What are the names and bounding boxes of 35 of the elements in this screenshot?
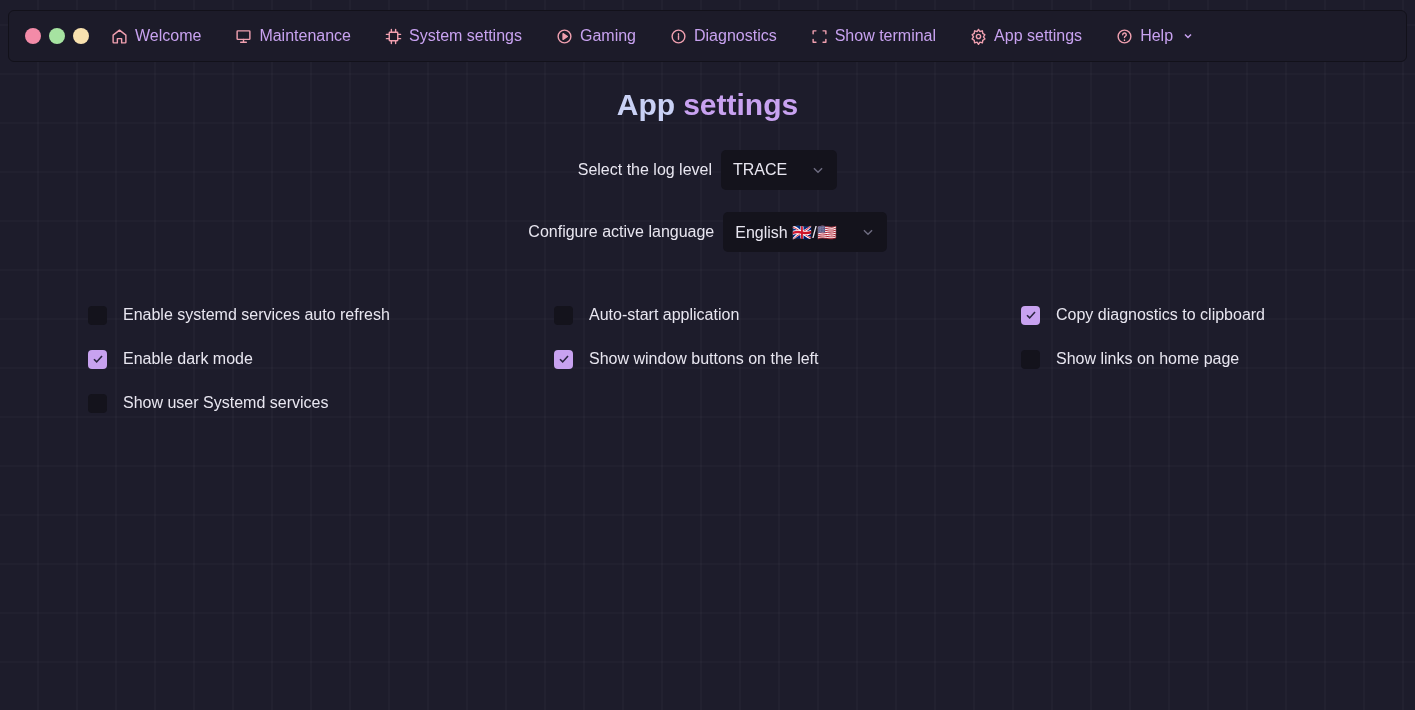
- chip-icon: [385, 27, 402, 45]
- nav-link[interactable]: Gaming: [555, 27, 636, 45]
- help-icon: [1116, 27, 1134, 45]
- field-label: Configure active language: [528, 223, 715, 241]
- dropdown-select[interactable]: English 🇬🇧/🇺🇸: [723, 212, 887, 252]
- dropdown-select[interactable]: TRACE: [721, 150, 838, 190]
- nav-link[interactable]: Maintenance: [235, 27, 351, 45]
- nav-link[interactable]: Welcome: [111, 27, 202, 45]
- nav-link[interactable]: Show terminal: [810, 27, 937, 45]
- monitor-icon: [235, 27, 253, 45]
- minimize-button[interactable]: [73, 28, 89, 44]
- checkbox[interactable]: [88, 349, 107, 369]
- checkbox-label: Copy diagnostics to clipboard: [1056, 306, 1265, 324]
- nav-link[interactable]: Diagnostics: [670, 27, 777, 45]
- checkbox-label: Enable systemd services auto refresh: [123, 306, 390, 324]
- info-icon: [670, 27, 687, 45]
- field-label: Select the log level: [577, 161, 713, 179]
- nav-link[interactable]: Help: [1116, 27, 1195, 45]
- page-title: settings: [683, 88, 799, 122]
- nav-link[interactable]: System settings: [385, 27, 522, 45]
- maximize-button[interactable]: [49, 28, 65, 44]
- frame-icon: [810, 27, 828, 45]
- play-icon: [555, 27, 573, 45]
- home-icon: [111, 27, 128, 45]
- checkbox-label: Show user Systemd services: [123, 394, 329, 412]
- page-title: App: [616, 88, 676, 122]
- nav-link[interactable]: App settings: [970, 27, 1083, 45]
- close-button[interactable]: [25, 28, 41, 44]
- checkbox[interactable]: [554, 349, 573, 369]
- checkbox-label: Enable dark mode: [123, 350, 253, 368]
- checkbox-label: Show window buttons on the left: [589, 350, 819, 368]
- checkbox[interactable]: [1021, 305, 1040, 325]
- checkbox-label: Auto-start application: [589, 306, 740, 324]
- checkbox-label: Show links on home page: [1056, 350, 1240, 368]
- settings-icon: [970, 27, 988, 45]
